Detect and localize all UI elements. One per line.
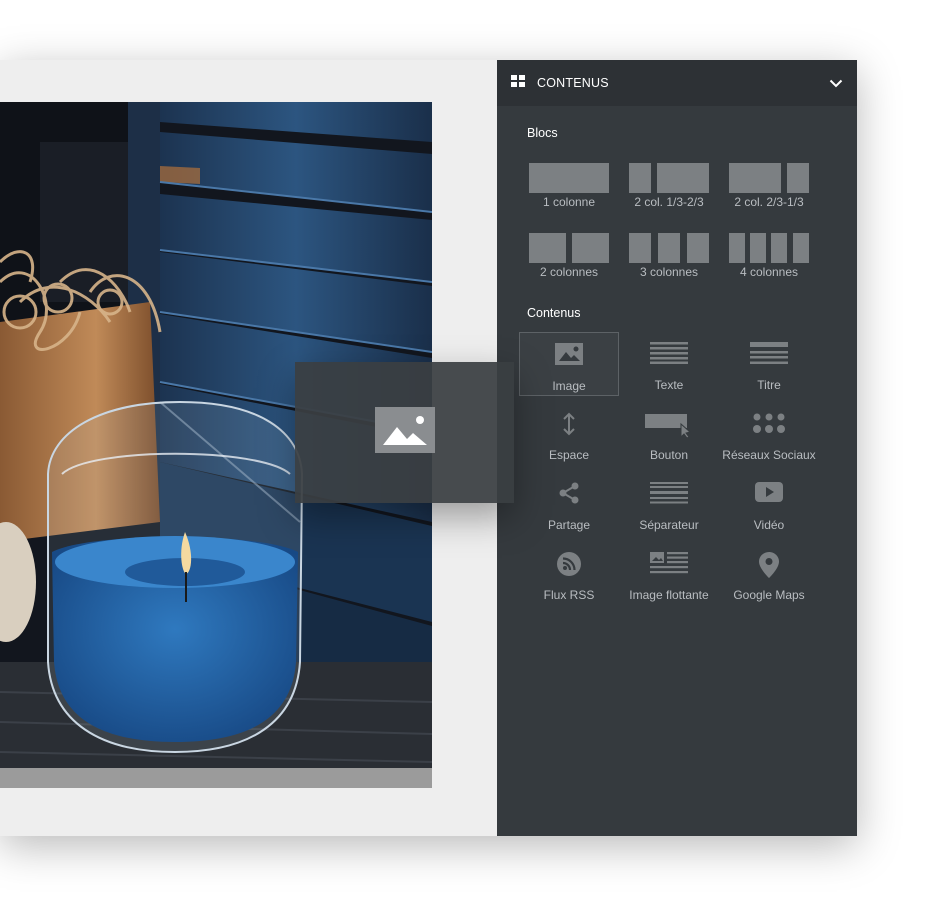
title-icon bbox=[719, 342, 819, 364]
content-separateur[interactable]: Séparateur bbox=[619, 472, 719, 536]
separator-icon bbox=[619, 482, 719, 504]
bloc-label: 2 col. 2/3-1/3 bbox=[734, 195, 804, 209]
content-video[interactable]: Vidéo bbox=[719, 472, 819, 536]
bloc-2-col-2-3-1-3[interactable]: 2 col. 2/3-1/3 bbox=[719, 157, 819, 221]
content-label: Bouton bbox=[649, 448, 689, 462]
blocs-section-title: Blocs bbox=[527, 126, 558, 140]
image-icon bbox=[374, 407, 435, 458]
panel-header[interactable]: CONTENUS bbox=[497, 60, 857, 106]
content-label: Image flottante bbox=[629, 588, 709, 602]
three-columns-icon bbox=[619, 233, 719, 263]
button-icon bbox=[619, 412, 719, 438]
content-label: Image bbox=[552, 379, 586, 393]
bloc-label: 2 colonnes bbox=[539, 265, 599, 279]
two-columns-icon bbox=[519, 233, 619, 263]
bloc-4-colonnes[interactable]: 4 colonnes bbox=[719, 227, 819, 291]
content-partage[interactable]: Partage bbox=[519, 472, 619, 536]
content-label: Texte bbox=[654, 378, 684, 392]
bloc-label: 3 colonnes bbox=[639, 265, 699, 279]
panel-title: CONTENUS bbox=[537, 76, 609, 90]
video-play-icon bbox=[719, 482, 819, 502]
rss-icon bbox=[519, 552, 619, 576]
bloc-label: 4 colonnes bbox=[739, 265, 799, 279]
one-column-icon bbox=[519, 163, 619, 193]
content-texte[interactable]: Texte bbox=[619, 332, 719, 396]
chevron-down-icon[interactable] bbox=[829, 79, 843, 88]
content-label: Séparateur bbox=[639, 518, 699, 532]
dragged-image-block[interactable] bbox=[295, 362, 514, 503]
contenus-section-title: Contenus bbox=[527, 306, 581, 320]
content-label: Partage bbox=[547, 518, 591, 532]
image-icon bbox=[520, 343, 618, 365]
content-label: Espace bbox=[548, 448, 590, 462]
bloc-2-colonnes[interactable]: 2 colonnes bbox=[519, 227, 619, 291]
editor-window: CONTENUS Blocs 1 colonne 2 col. 1/3-2/3 bbox=[0, 60, 857, 836]
two-col-2-3-1-3-icon bbox=[719, 163, 819, 193]
map-pin-icon bbox=[719, 552, 819, 578]
social-dots-icon bbox=[719, 412, 819, 434]
content-flux-rss[interactable]: Flux RSS bbox=[519, 542, 619, 606]
content-reseaux-sociaux[interactable]: Réseaux Sociaux bbox=[719, 402, 819, 466]
content-titre[interactable]: Titre bbox=[719, 332, 819, 396]
content-espace[interactable]: Espace bbox=[519, 402, 619, 466]
content-label: Google Maps bbox=[733, 588, 805, 602]
content-label: Titre bbox=[757, 378, 781, 392]
bloc-3-colonnes[interactable]: 3 colonnes bbox=[619, 227, 719, 291]
two-col-1-3-2-3-icon bbox=[619, 163, 719, 193]
bloc-2-col-1-3-2-3[interactable]: 2 col. 1/3-2/3 bbox=[619, 157, 719, 221]
content-image-flottante[interactable]: Image flottante bbox=[619, 542, 719, 606]
bloc-label: 1 colonne bbox=[542, 195, 596, 209]
content-label: Vidéo bbox=[753, 518, 785, 532]
bloc-1-colonne[interactable]: 1 colonne bbox=[519, 157, 619, 221]
bloc-label: 2 col. 1/3-2/3 bbox=[634, 195, 704, 209]
text-icon bbox=[619, 342, 719, 364]
vertical-arrows-icon bbox=[519, 412, 619, 436]
grid-icon bbox=[511, 74, 525, 92]
content-label: Réseaux Sociaux bbox=[722, 448, 816, 462]
content-label: Flux RSS bbox=[543, 588, 595, 602]
floating-image-icon bbox=[619, 552, 719, 574]
content-google-maps[interactable]: Google Maps bbox=[719, 542, 819, 606]
four-columns-icon bbox=[719, 233, 819, 263]
contents-sidebar: CONTENUS Blocs 1 colonne 2 col. 1/3-2/3 bbox=[497, 60, 857, 836]
content-bouton[interactable]: Bouton bbox=[619, 402, 719, 466]
content-image[interactable]: Image bbox=[519, 332, 619, 396]
share-icon bbox=[519, 482, 619, 504]
